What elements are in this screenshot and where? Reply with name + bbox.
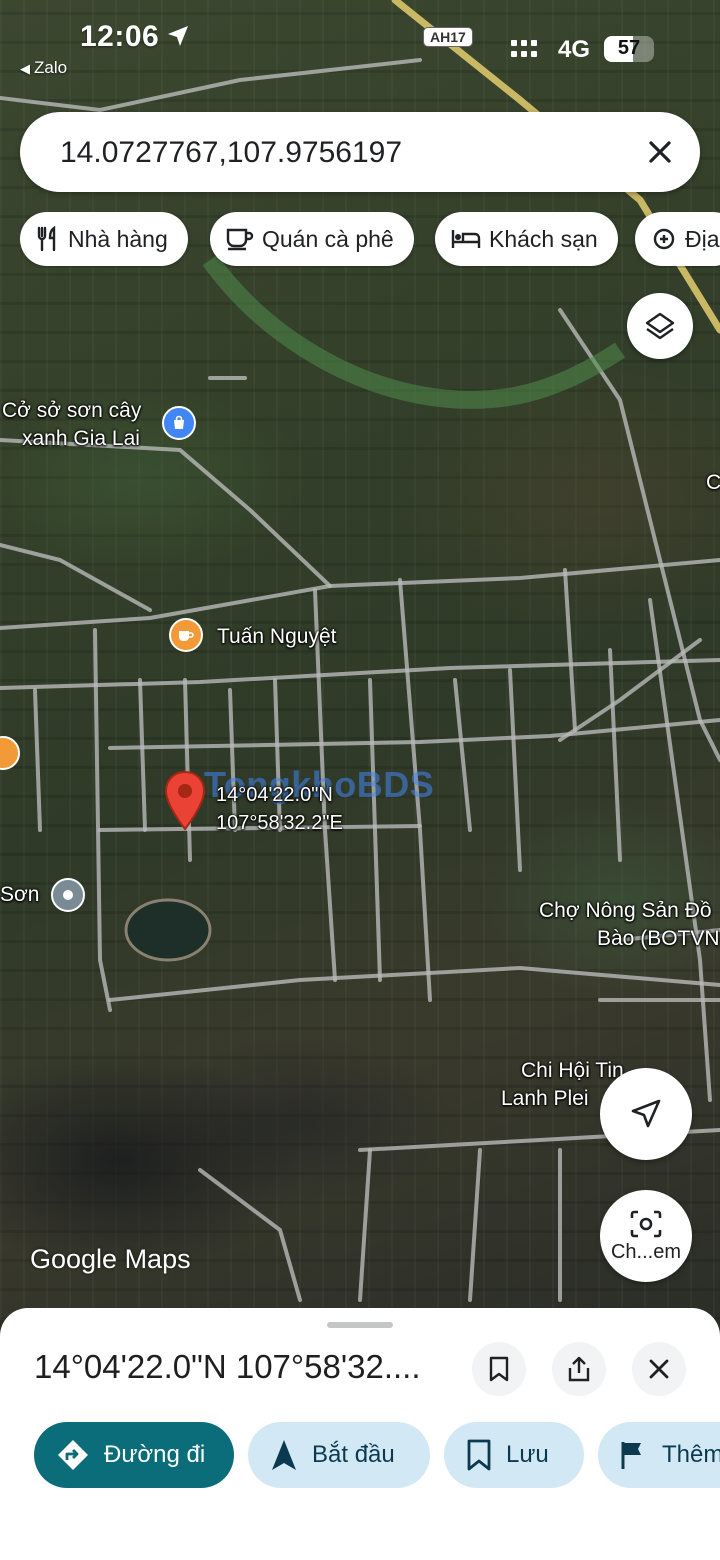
landmark-icon	[653, 228, 675, 250]
location-arrow-icon	[168, 26, 188, 46]
place-poi-icon[interactable]	[51, 878, 85, 912]
chip-label: Nhà hàng	[68, 225, 168, 252]
place-bottom-sheet[interactable]: 14°04'22.0"N 107°58'32.... Đường đi Bắt …	[0, 1308, 720, 1560]
layers-icon	[645, 312, 675, 340]
navigation-arrow-icon	[272, 1440, 296, 1470]
save-button[interactable]: Lưu	[444, 1422, 584, 1488]
action-label: Thêm	[662, 1441, 720, 1468]
pin-label-latitude: 14°04'22.0"N	[216, 784, 333, 806]
more-button[interactable]: Thêm	[598, 1422, 720, 1488]
chip-coffee[interactable]: Quán cà phê	[210, 212, 414, 266]
search-bar[interactable]: 14.0727767,107.9756197	[20, 112, 700, 192]
share-icon	[568, 1356, 590, 1382]
action-label: Bắt đầu	[312, 1441, 395, 1468]
google-maps-attribution: Google Maps	[30, 1244, 191, 1274]
signal-dots-icon	[511, 40, 537, 57]
coffee-cup-icon	[226, 228, 254, 251]
directions-icon	[58, 1440, 88, 1470]
place-label-chi-hoi-line2[interactable]: Lanh Plei	[501, 1086, 589, 1112]
place-label-co-so-son-cay-line2[interactable]: xanh Gia Lai	[22, 426, 140, 452]
battery-indicator: 57	[604, 36, 654, 62]
category-chips: Nhà hàng Quán cà phê Khách sạn Địa	[20, 212, 720, 268]
close-icon[interactable]	[642, 134, 678, 170]
close-icon	[649, 1359, 669, 1379]
close-sheet-button[interactable]	[632, 1342, 686, 1396]
status-bar: 12:06 ◀ Zalo 4G 57	[0, 0, 720, 96]
bookmark-icon	[489, 1356, 509, 1382]
place-label-tuan-nguyet[interactable]: Tuấn Nguyệt	[217, 624, 336, 650]
place-label-chi-hoi-line1[interactable]: Chi Hội Tin	[521, 1058, 624, 1084]
camera-search-button[interactable]: Ch...em	[600, 1190, 692, 1282]
start-button[interactable]: Bắt đầu	[248, 1422, 430, 1488]
save-bookmark-button[interactable]	[472, 1342, 526, 1396]
flag-icon	[621, 1442, 641, 1469]
action-label: Lưu	[506, 1441, 549, 1468]
chip-label: Địa	[685, 225, 720, 252]
place-label-co-so-son-cay-line1[interactable]: Cở sở sơn cây	[2, 398, 141, 424]
navigation-arrow-icon	[631, 1099, 661, 1128]
dropped-pin-icon[interactable]	[163, 770, 207, 832]
place-label-cho-nong-san-line1[interactable]: Chợ Nông Sản Đồ	[539, 898, 712, 924]
chip-restaurants[interactable]: Nhà hàng	[20, 212, 188, 266]
sheet-drag-handle[interactable]	[327, 1322, 393, 1328]
place-label-cho-nong-san-line2[interactable]: Bào (BOTVN	[597, 926, 720, 952]
back-app-label: Zalo	[34, 58, 68, 77]
chip-hotels[interactable]: Khách sạn	[435, 212, 618, 266]
network-type: 4G	[558, 36, 591, 63]
cafe-poi-icon[interactable]	[169, 618, 203, 652]
back-to-app-link[interactable]: ◀ Zalo	[20, 58, 67, 78]
pin-label-longitude: 107°58'32.2"E	[216, 812, 343, 834]
camera-search-icon	[630, 1210, 662, 1237]
share-button[interactable]	[552, 1342, 606, 1396]
fork-knife-icon	[37, 226, 56, 252]
place-label-son[interactable]: Sơn	[0, 882, 39, 908]
directions-button[interactable]: Đường đi	[34, 1422, 234, 1488]
chip-attractions[interactable]: Địa	[635, 212, 720, 266]
action-label: Đường đi	[104, 1441, 206, 1468]
action-buttons-row: Đường đi Bắt đầu Lưu Thêm	[0, 1422, 720, 1492]
status-time: 12:06	[80, 20, 160, 53]
shopping-bag-poi-icon[interactable]	[162, 406, 196, 440]
chip-label: Quán cà phê	[262, 225, 394, 252]
chip-label: Khách sạn	[489, 225, 598, 252]
bookmark-icon	[467, 1439, 491, 1471]
search-input[interactable]: 14.0727767,107.9756197	[60, 136, 402, 170]
bed-icon	[451, 230, 481, 248]
my-location-button[interactable]	[600, 1068, 692, 1160]
back-triangle-icon: ◀	[20, 61, 30, 76]
place-title-coordinates: 14°04'22.0"N 107°58'32....	[34, 1348, 421, 1385]
camera-button-label: Ch...em	[610, 1240, 682, 1263]
place-label-edge[interactable]: C	[706, 470, 720, 496]
battery-level: 57	[617, 37, 641, 59]
layers-button[interactable]	[627, 293, 693, 359]
